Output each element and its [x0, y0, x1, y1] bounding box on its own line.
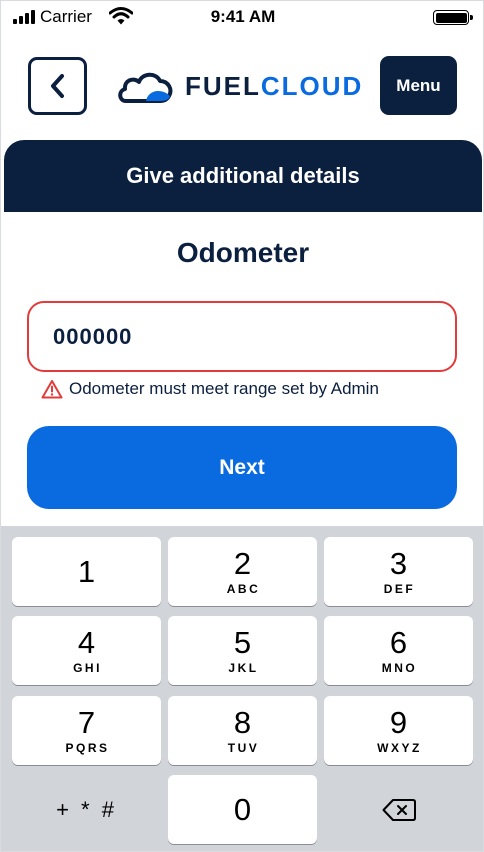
key-symbols[interactable]: + * #	[12, 775, 161, 844]
key-digit: 1	[77, 553, 96, 589]
field-title: Odometer	[176, 237, 310, 268]
next-button[interactable]: Next	[27, 426, 457, 509]
key-8[interactable]: 8 TUV	[168, 696, 317, 765]
key-letters: ABC	[226, 581, 261, 596]
backspace-icon	[382, 798, 416, 821]
key-digit: 0	[233, 791, 252, 827]
status-time: 9:41 AM	[210, 7, 276, 26]
brand-wordmark-cloud: CLOUD	[260, 70, 364, 101]
key-digit: 3	[389, 545, 408, 581]
key-digit: 2	[233, 545, 252, 581]
key-digit: 8	[233, 704, 252, 740]
error-message: Odometer must meet range set by Admin	[41, 379, 379, 399]
brand-wordmark-fuel: FUEL	[185, 70, 261, 101]
key-letters: MNO	[381, 660, 418, 675]
chevron-left-icon	[50, 74, 64, 98]
key-digit: 5	[233, 624, 252, 660]
key-9[interactable]: 9 WXYZ	[324, 696, 473, 765]
key-digit: 7	[77, 704, 96, 740]
key-3[interactable]: 3 DEF	[324, 537, 473, 606]
battery-icon	[433, 10, 473, 25]
key-1[interactable]: 1	[12, 537, 161, 606]
key-delete[interactable]	[324, 775, 473, 844]
key-6[interactable]: 6 MNO	[324, 616, 473, 685]
key-digit: 9	[389, 704, 408, 740]
key-letters: GHI	[73, 660, 102, 675]
key-letters: WXYZ	[377, 740, 422, 755]
key-letters: PQRS	[65, 740, 110, 755]
key-2[interactable]: 2 ABC	[168, 537, 317, 606]
status-bar: Carrier 9:41 AM	[1, 1, 483, 35]
back-button[interactable]	[28, 57, 87, 115]
key-0[interactable]: 0	[168, 775, 317, 844]
brand-wordmark: FUELCLOUD	[185, 71, 363, 102]
error-text: Odometer must meet range set by Admin	[69, 379, 379, 398]
key-letters: TUV	[227, 740, 260, 755]
menu-button[interactable]: Menu	[380, 56, 457, 115]
warning-icon	[41, 380, 63, 399]
phone-screen: Carrier 9:41 AM FUELCLOUD Menu Give addi…	[0, 0, 484, 852]
key-digit: 6	[389, 624, 408, 660]
odometer-input[interactable]	[27, 301, 457, 372]
key-digit: 4	[77, 624, 96, 660]
key-4[interactable]: 4 GHI	[12, 616, 161, 685]
key-letters: DEF	[383, 581, 416, 596]
numeric-keypad: 1 2 ABC 3 DEF 4 GHI 5 JKL 6 MNO 7 PQRS 8…	[1, 526, 483, 851]
section-banner: Give additional details	[4, 140, 482, 212]
key-symbols-label: + * #	[56, 796, 117, 822]
key-5[interactable]: 5 JKL	[168, 616, 317, 685]
key-letters: JKL	[228, 660, 259, 675]
key-7[interactable]: 7 PQRS	[12, 696, 161, 765]
cloud-logo-icon	[118, 72, 173, 103]
fuelcloud-logo: FUELCLOUD	[116, 65, 363, 107]
